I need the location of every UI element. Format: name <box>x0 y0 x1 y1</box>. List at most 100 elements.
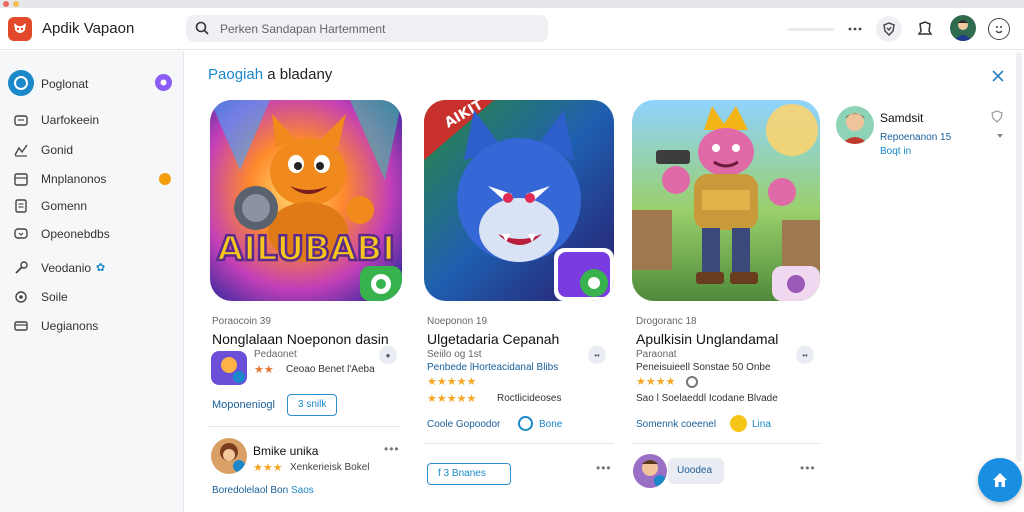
card-footer-link[interactable]: Coole Gopoodor <box>427 419 500 430</box>
card-action-link[interactable]: Bone <box>539 419 562 430</box>
home-fab-button[interactable] <box>978 458 1022 502</box>
emoji-icon[interactable] <box>988 18 1010 40</box>
gear-icon <box>13 289 29 305</box>
rating-stars: ★★★★★ <box>427 376 477 388</box>
search-input[interactable] <box>220 19 530 38</box>
sidebar-item-label: Gomenn <box>41 199 88 213</box>
more-options-icon[interactable]: ••• <box>384 442 400 456</box>
info-icon[interactable]: ● <box>379 346 397 364</box>
search-icon <box>195 21 209 35</box>
sidebar-item-settings[interactable]: Soile <box>0 285 184 309</box>
sub-footer-a-text: Boredolelaol <box>212 485 268 496</box>
breadcrumb-current: a bladany <box>267 66 333 83</box>
publisher-name: Paraonat <box>636 349 677 360</box>
close-icon[interactable] <box>989 67 1007 85</box>
sidebar-item-label: Uarfokeein <box>41 113 100 127</box>
app-header: Apdik Vapaon <box>0 8 1024 50</box>
card-title[interactable]: Apulkisin Unglandamal <box>636 331 778 347</box>
window-close-dot[interactable] <box>3 1 9 7</box>
divider <box>424 443 614 444</box>
publisher-name: Pedaonet <box>254 349 297 360</box>
card-title[interactable]: Nonglalaan Noeponon dasin <box>212 331 389 347</box>
compass-icon <box>8 70 34 96</box>
info-icon[interactable]: •• <box>796 346 814 364</box>
sub-item-title[interactable]: Bmike unika <box>253 444 318 458</box>
sidebar-item-home[interactable]: Poglonat <box>0 70 184 96</box>
notification-icon[interactable] <box>912 16 938 42</box>
card-icon <box>13 318 29 334</box>
sub-tag[interactable]: Uoodea <box>668 458 724 484</box>
rating-text: Ceoao Benet l'Aeba <box>286 364 375 375</box>
breadcrumb-link[interactable]: Paogiah <box>208 66 263 83</box>
card-action-link[interactable]: Lina <box>752 419 771 430</box>
game-art-2[interactable]: AIKIT <box>424 100 614 301</box>
more-options-icon[interactable] <box>842 16 868 42</box>
rating-text[interactable]: Penbede lHorteacidanal Blibs <box>427 362 558 373</box>
search-bar[interactable] <box>186 15 548 42</box>
sidebar-item-library[interactable]: Uarfokeein <box>0 108 184 132</box>
profile-line1: Repoenanon 15 <box>880 132 952 143</box>
scrollbar[interactable] <box>1016 52 1022 462</box>
status-badge <box>155 74 172 91</box>
breadcrumb: Paogiah a bladany <box>208 66 332 83</box>
card-title[interactable]: Ulgetadaria Cepanah <box>427 331 559 347</box>
emoji-icon <box>730 415 747 432</box>
window-top-strip <box>0 0 1024 8</box>
sub-tag-label: Uoodea <box>677 465 713 476</box>
card-category: Noeponon 19 <box>427 316 488 327</box>
more-options-icon[interactable]: ••• <box>800 461 816 475</box>
rating-text-secondary: Sao l Soelaeddl Icodane Blvade <box>636 393 778 404</box>
chat-icon <box>13 226 29 242</box>
sidebar-item-label: Poglonat <box>41 77 89 91</box>
profile-avatar[interactable] <box>836 106 874 144</box>
sidebar-item-messages[interactable]: Opeonebdbs <box>0 222 184 246</box>
document-icon <box>13 198 29 214</box>
card-footer-link[interactable]: Moponeniogl <box>212 399 275 411</box>
sidebar: Poglonat Uarfokeein Gonid Mnplanonos Gom… <box>0 51 184 512</box>
sidebar-item-label: Soile <box>41 290 68 304</box>
game-art-3[interactable] <box>632 100 820 301</box>
sub-footer-a: Boredolelaol Bon Saos <box>212 485 314 496</box>
rating-text: Peneisuieell Sonstae 50 Onbe <box>636 362 771 373</box>
sidebar-item-label: Veodanio <box>41 261 92 275</box>
profile-line2[interactable]: Boqt in <box>880 146 911 157</box>
card-category: Drogoranc 18 <box>636 316 697 327</box>
sidebar-item-tools[interactable]: Veodanio ✿ <box>0 256 184 280</box>
install-button[interactable]: 3 snilk <box>287 394 338 416</box>
rating-stars: ★★★★ <box>636 376 676 388</box>
game-art-title: AILUBABI <box>217 229 395 269</box>
publisher-avatar <box>211 351 247 385</box>
user-avatar[interactable] <box>950 15 976 41</box>
notification-badge <box>159 173 171 185</box>
sidebar-item-label: Gonid <box>41 143 74 157</box>
profile-name[interactable]: Samdsit <box>880 111 923 125</box>
home-icon <box>993 473 1007 487</box>
sidebar-item-label: Opeonebdbs <box>41 227 110 241</box>
chart-icon <box>13 142 29 158</box>
app-logo-icon <box>8 17 32 41</box>
rating-text-secondary: Roctlicideoses <box>497 393 562 404</box>
app-title: Apdik Vapaon <box>42 20 135 37</box>
publisher-name: Seiilo og 1st <box>427 349 482 360</box>
game-art-1[interactable]: AILUBABI <box>210 100 402 301</box>
sub-avatar <box>211 438 247 474</box>
window-minimize-dot[interactable] <box>13 1 19 7</box>
sidebar-item-charts[interactable]: Gonid <box>0 138 184 162</box>
chevron-down-icon[interactable] <box>996 132 1004 140</box>
sidebar-item-label: Uegianons <box>41 319 99 333</box>
get-button[interactable]: f 3 Bnanes <box>427 463 511 485</box>
sidebar-item-billing[interactable]: Uegianons <box>0 314 184 338</box>
sidebar-item-label: Mnplanonos <box>41 172 107 186</box>
shield-icon[interactable] <box>876 16 902 42</box>
divider <box>208 426 400 427</box>
sub-footer-c-text[interactable]: Saos <box>291 485 314 496</box>
info-icon[interactable]: •• <box>588 346 606 364</box>
card-footer-link[interactable]: Somennk coeenel <box>636 419 716 430</box>
divider <box>632 443 820 444</box>
link-icon <box>518 416 533 431</box>
shield-icon[interactable] <box>990 110 1004 124</box>
more-options-icon[interactable]: ••• <box>596 461 612 475</box>
sub-footer-b-text: Bon <box>270 485 289 496</box>
sidebar-item-documents[interactable]: Gomenn <box>0 194 184 218</box>
sidebar-item-calendar[interactable]: Mnplanonos <box>0 167 184 191</box>
